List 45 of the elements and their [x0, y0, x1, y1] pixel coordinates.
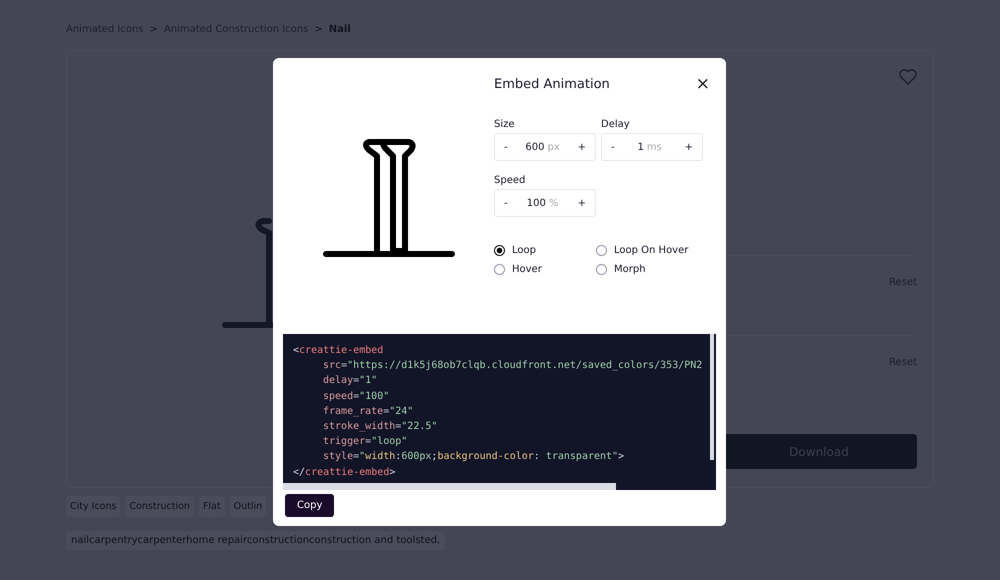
unit-label: % — [548, 198, 558, 208]
radio-button[interactable] — [596, 264, 607, 275]
increment-button[interactable]: + — [684, 142, 693, 152]
radio-button[interactable] — [494, 245, 505, 256]
increment-button[interactable]: + — [578, 198, 586, 208]
field-value: 1 — [637, 142, 644, 152]
field-value: 100 — [526, 198, 546, 208]
breadcrumb-separator: > — [150, 24, 158, 34]
code-line: src="https://d1k5j68ob7clqb.cloudfront.net/saved_colors/353/PN2 — [322, 360, 704, 374]
scrollbar[interactable] — [710, 334, 714, 460]
number-stepper[interactable]: - 600 px + — [494, 133, 596, 161]
field-label: Delay — [601, 119, 631, 130]
radio-button[interactable] — [596, 245, 607, 256]
decrement-button[interactable]: - — [504, 142, 508, 152]
keywords-tag: nailcarpentrycarpenterhome repairconstructionconstruction and toolsted. — [66, 531, 446, 550]
unit-label: ms — [646, 142, 662, 152]
radio-label[interactable]: Loop — [512, 245, 536, 256]
radio-button[interactable] — [494, 264, 505, 275]
field-value: 600 — [525, 142, 545, 152]
number-stepper[interactable]: - 1 ms + — [601, 133, 703, 161]
code-line: style="width:600px;background-color: transparent"> — [322, 451, 626, 464]
code-line: speed="100" — [322, 390, 390, 404]
increment-button[interactable]: + — [578, 142, 586, 152]
dialog-title: Embed Animation — [494, 77, 610, 92]
decrement-button[interactable]: - — [504, 198, 508, 208]
decrement-button[interactable]: - — [611, 142, 615, 152]
code-line: frame_rate="24" — [322, 406, 414, 419]
copy-button[interactable]: Copy — [285, 494, 334, 517]
code-line: </creattie-embed> — [293, 466, 396, 480]
code-line: trigger="loop" — [322, 436, 408, 450]
heart-icon[interactable] — [899, 69, 917, 85]
code-line: stroke_width="22.5" — [322, 420, 438, 434]
breadcrumb-separator: > — [314, 24, 323, 34]
code-line: <creattie-embed — [293, 345, 384, 358]
close-button[interactable]: × — [696, 76, 710, 93]
radio-label[interactable]: Loop On Hover — [614, 245, 688, 256]
number-stepper[interactable]: - 100 % + — [494, 189, 596, 217]
unit-label: px — [548, 142, 560, 152]
field-label: Size — [494, 119, 516, 130]
radio-label[interactable]: Morph — [614, 264, 646, 275]
scrollbar[interactable] — [283, 483, 616, 490]
field-label: Speed — [494, 175, 526, 186]
code-line: delay="1" — [322, 375, 378, 388]
nail-icon — [322, 138, 454, 260]
radio-label[interactable]: Hover — [512, 264, 542, 275]
